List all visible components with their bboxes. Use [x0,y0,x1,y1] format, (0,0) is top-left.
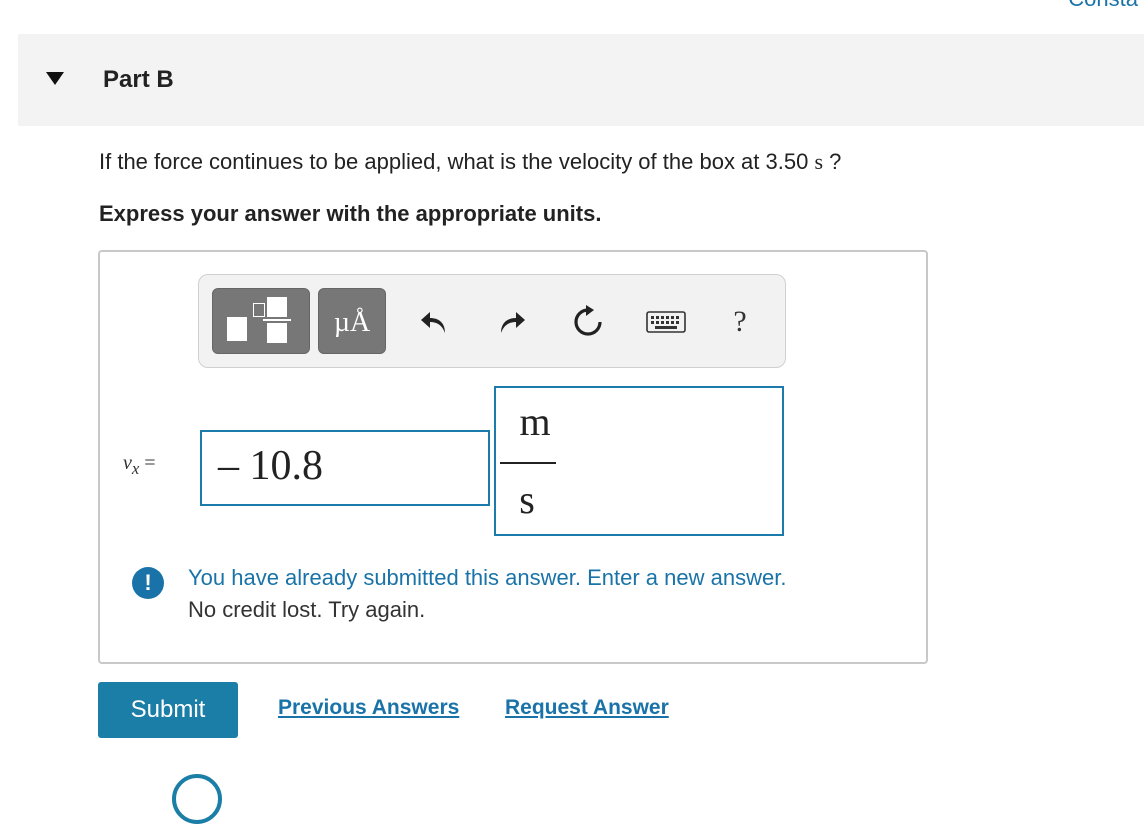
units-button[interactable]: µÅ [318,288,386,354]
help-button[interactable]: ? [720,300,760,344]
undo-button[interactable] [414,300,454,344]
answer-value-field[interactable]: – 10.8 [200,430,490,506]
feedback-message: You have already submitted this answer. … [188,565,787,590]
answer-instruction: Express your answer with the appropriate… [99,201,602,226]
redo-icon [501,312,525,333]
undo-icon [421,312,445,333]
feedback-hint: No credit lost. Try again. [188,597,426,622]
unit-denominator: s [519,477,535,522]
cut-off-circle-icon [172,774,222,824]
submit-button[interactable]: Submit [98,682,238,738]
part-title: Part B [103,66,174,93]
question-text: If the force continues to be applied, wh… [99,149,842,174]
reset-icon [574,305,602,336]
keyboard-button[interactable] [644,300,688,344]
fraction-bar [500,462,556,464]
unit-numerator: m [519,399,551,444]
cut-off-header-text: Consta [1068,0,1138,12]
answer-unit-field[interactable]: m s [494,386,784,536]
keyboard-icon [646,311,686,333]
request-answer-link[interactable]: Request Answer [505,696,669,720]
alert-icon: ! [132,567,164,599]
caret-down-icon[interactable] [46,72,64,85]
templates-button[interactable] [212,288,310,354]
variable-label: vx = [123,452,156,478]
reset-button[interactable] [568,300,608,344]
redo-button[interactable] [492,300,532,344]
part-header[interactable] [18,34,1144,126]
help-icon: ? [733,305,747,338]
answer-value-text: – 10.8 [218,443,323,489]
units-icon: µÅ [333,307,371,338]
previous-answers-link[interactable]: Previous Answers [278,696,459,720]
